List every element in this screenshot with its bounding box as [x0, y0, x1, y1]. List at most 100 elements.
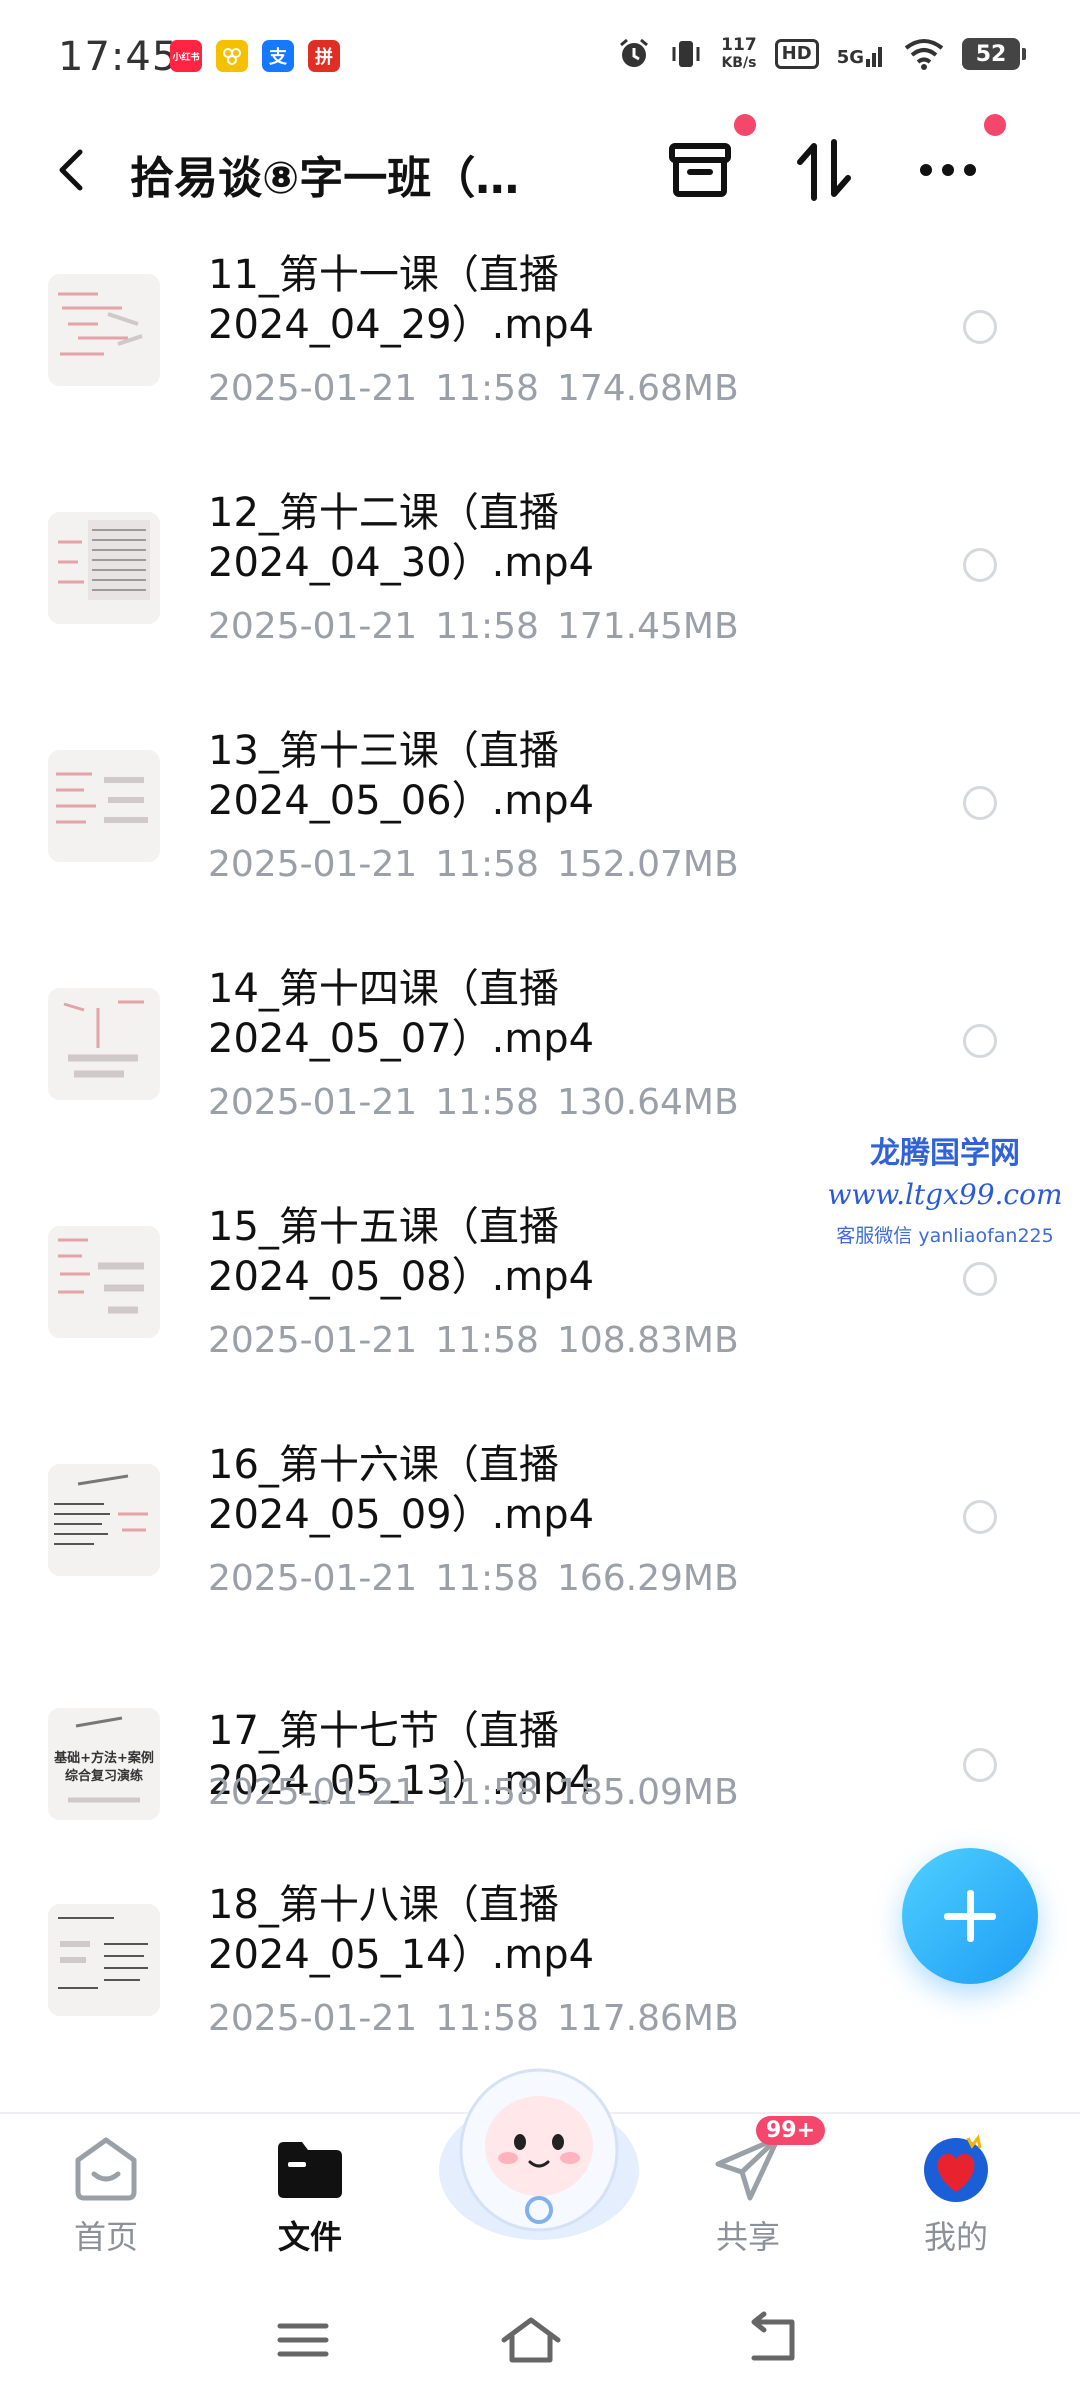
select-radio[interactable]: [963, 1500, 997, 1534]
file-time: 11:58: [435, 1082, 539, 1123]
file-size: 152.07MB: [556, 844, 739, 885]
signal-bars-icon: [866, 47, 882, 67]
file-row[interactable]: 16_第十六课（直播 2024_05_09）.mp4 2025-01-21 11:…: [0, 1430, 1080, 1660]
nav-item-me[interactable]: 我的: [886, 2130, 1026, 2258]
more-button[interactable]: [910, 114, 1006, 208]
file-name: 16_第十六课（直播 2024_05_09）.mp4: [208, 1442, 595, 1538]
back-return-icon: [751, 2311, 795, 2361]
more-notification-dot: [984, 114, 1006, 136]
menu-lines-icon: [277, 2323, 329, 2357]
heart-avatar-icon: [918, 2130, 994, 2206]
notification-app-icons: 小红书 支 拼: [170, 40, 340, 72]
file-meta: 2025-01-21 11:58 152.07MB: [208, 844, 739, 885]
file-meta: 2025-01-21 11:58 130.64MB: [208, 1082, 739, 1123]
wifi-icon: [904, 39, 944, 70]
file-size: 166.29MB: [556, 1558, 739, 1599]
alarm-icon: [620, 38, 649, 67]
system-home-button[interactable]: [496, 2310, 566, 2370]
pinduoduo-icon: 拼: [308, 40, 340, 72]
file-meta: 2025-01-21 11:58 108.83MB: [208, 1320, 739, 1361]
file-row[interactable]: 13_第十三课（直播 2024_05_06）.mp4 2025-01-21 11:…: [0, 716, 1080, 946]
nav-label-home: 首页: [73, 2218, 138, 2256]
select-radio[interactable]: [963, 548, 997, 582]
file-name: 14_第十四课（直播 2024_05_07）.mp4: [208, 966, 595, 1062]
more-dots-icon: [920, 164, 976, 176]
video-thumbnail: 基础+方法+案例 综合复习演练: [48, 1708, 160, 1820]
file-date: 2025-01-21: [208, 368, 418, 409]
file-name: 12_第十二课（直播 2024_04_30）.mp4: [208, 490, 595, 586]
select-radio[interactable]: [963, 1262, 997, 1296]
file-row[interactable]: 12_第十二课（直播 2024_04_30）.mp4 2025-01-21 11:…: [0, 478, 1080, 708]
file-time: 11:58: [435, 1558, 539, 1599]
back-arrow-icon: [59, 149, 83, 191]
select-radio[interactable]: [963, 1748, 997, 1782]
status-indicators: 117 KB/s HD 5G 52: [617, 35, 1026, 72]
cell-signal: 5G: [837, 41, 886, 67]
file-date: 2025-01-21: [208, 606, 418, 647]
battery-indicator: 52: [962, 38, 1026, 70]
watermark-site-name: 龙腾国学网: [870, 1136, 1020, 1171]
video-thumbnail: [48, 512, 160, 624]
video-thumbnail: [48, 988, 160, 1100]
file-size: 171.45MB: [556, 606, 739, 647]
system-menu-button[interactable]: [268, 2310, 338, 2370]
file-meta: 2025-01-21 11:58 117.86MB: [208, 1998, 739, 2039]
system-back-button[interactable]: [736, 2310, 806, 2370]
watermark-url: www.ltgx99.com: [827, 1178, 1063, 1211]
file-size: 130.64MB: [556, 1082, 739, 1123]
header: 拾易谈⑧字一班（…: [0, 110, 1080, 230]
archive-box-icon: [669, 143, 731, 197]
archive-button[interactable]: [662, 114, 756, 208]
thumbnail-caption-2: 综合复习演练: [65, 1768, 143, 1784]
file-name: 11_第十一课（直播 2024_04_29）.mp4: [208, 252, 595, 348]
sort-button[interactable]: [786, 132, 862, 208]
file-row[interactable]: 基础+方法+案例 综合复习演练 17_第十七节（直播2024_05_13）.mp4…: [0, 1668, 1080, 1858]
file-meta: 2025-01-21 11:58 185.09MB: [208, 1772, 739, 1813]
file-name: 13_第十三课（直播 2024_05_06）.mp4: [208, 728, 595, 824]
select-radio[interactable]: [963, 310, 997, 344]
nav-item-home[interactable]: 首页: [36, 2130, 176, 2258]
video-thumbnail: [48, 1904, 160, 2016]
sort-arrows-icon: [797, 139, 851, 201]
hd-icon: HD: [774, 39, 819, 69]
network-speed-unit: KB/s: [721, 55, 757, 71]
watermark-contact: 客服微信 yanliaofan225: [836, 1225, 1054, 1247]
file-time: 11:58: [435, 1320, 539, 1361]
paper-plane-icon: 99+: [710, 2116, 826, 2206]
vibrate-icon: [672, 41, 700, 67]
share-badge: 99+: [756, 2116, 826, 2145]
file-date: 2025-01-21: [208, 1320, 418, 1361]
archive-notification-dot: [734, 114, 756, 136]
video-thumbnail: [48, 274, 160, 386]
select-radio[interactable]: [963, 786, 997, 820]
file-date: 2025-01-21: [208, 1772, 418, 1813]
status-bar: 17:45 小红书 支 拼 117 KB/s HD 5G 52: [0, 0, 1080, 110]
file-meta: 2025-01-21 11:58 174.68MB: [208, 368, 739, 409]
file-date: 2025-01-21: [208, 1998, 418, 2039]
select-radio[interactable]: [963, 1024, 997, 1058]
file-size: 108.83MB: [556, 1320, 739, 1361]
nav-item-share[interactable]: 99+ 共享: [678, 2116, 826, 2258]
xiaohongshu-icon: 小红书: [170, 40, 202, 72]
file-size: 174.68MB: [556, 368, 739, 409]
back-button[interactable]: [44, 140, 104, 200]
nav-label-me: 我的: [923, 2218, 988, 2256]
nav-label-share: 共享: [715, 2218, 780, 2256]
file-date: 2025-01-21: [208, 844, 418, 885]
folder-icon: [272, 2130, 348, 2206]
file-row[interactable]: 11_第十一课（直播 2024_04_29）.mp4 2025-01-21 11:…: [0, 240, 1080, 470]
add-button[interactable]: [902, 1848, 1038, 1984]
file-time: 11:58: [435, 1772, 539, 1813]
video-thumbnail: [48, 1464, 160, 1576]
file-time: 11:58: [435, 368, 539, 409]
home-icon: [68, 2130, 144, 2206]
video-thumbnail: [48, 750, 160, 862]
assistant-mascot-button[interactable]: [424, 2050, 654, 2250]
video-thumbnail: [48, 1226, 160, 1338]
network-speed-value: 117: [721, 35, 757, 55]
file-date: 2025-01-21: [208, 1082, 418, 1123]
file-time: 11:58: [435, 844, 539, 885]
nav-item-files[interactable]: 文件: [240, 2130, 380, 2258]
home-outline-icon: [501, 2317, 561, 2363]
page-title: 拾易谈⑧字一班（…: [130, 153, 520, 204]
